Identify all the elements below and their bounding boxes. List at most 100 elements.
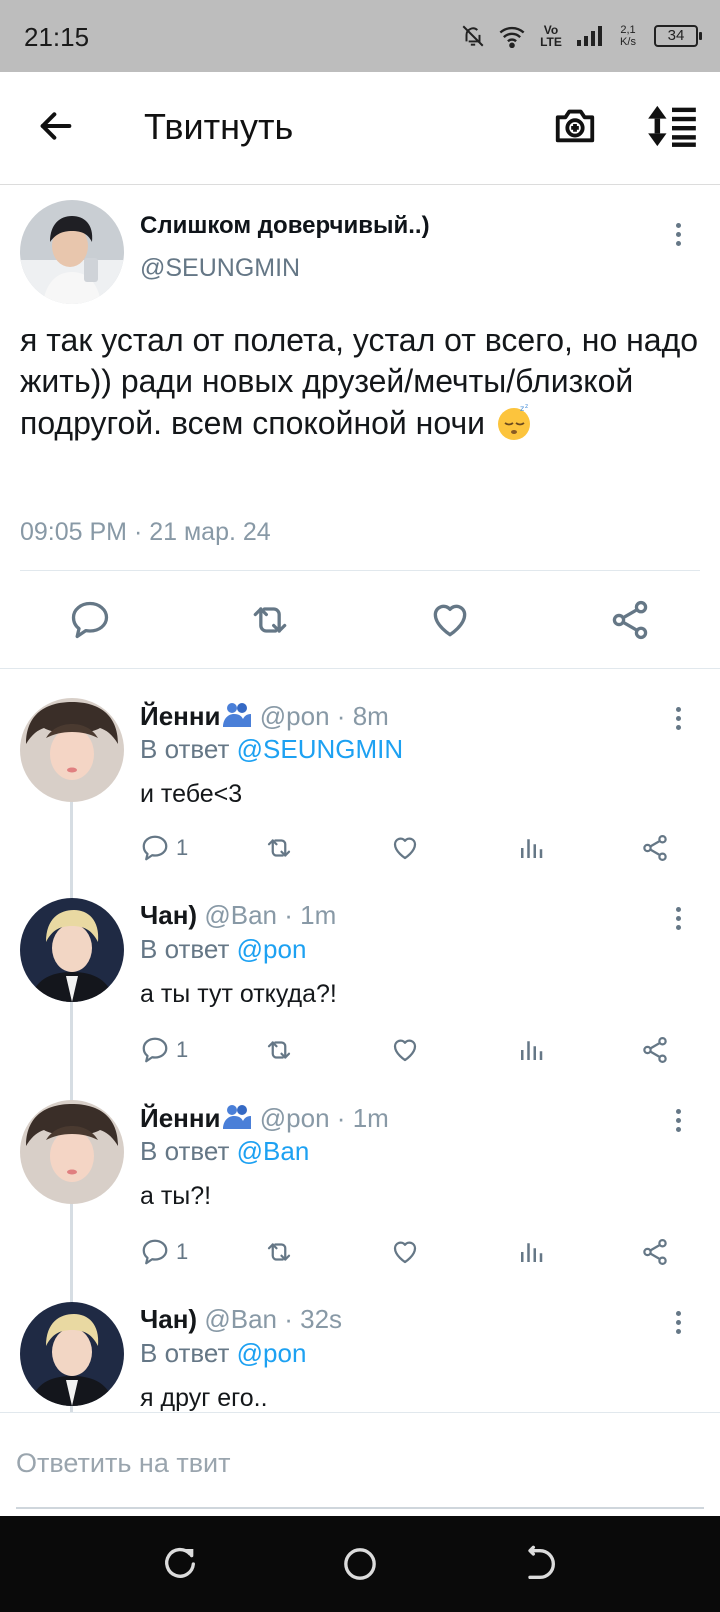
avatar[interactable] — [20, 200, 124, 304]
reply-to: В ответ @Ban — [140, 1136, 309, 1167]
share-icon — [643, 1239, 667, 1265]
author-name[interactable]: Слишком доверчивый..) — [140, 212, 430, 240]
reply-text: и тебе<3 — [140, 780, 243, 808]
input-underline — [16, 1507, 704, 1509]
avatar[interactable] — [20, 898, 124, 1002]
reply-to-prefix: В ответ — [140, 1136, 230, 1166]
reply-button[interactable]: 1 — [140, 1034, 188, 1066]
divider — [0, 668, 720, 669]
page-title: Твитнуть — [144, 106, 294, 147]
reply-author-name[interactable]: Йенни — [140, 701, 221, 731]
battery-icon: 34 — [654, 25, 702, 47]
reply-handle[interactable]: @Ban — [204, 1304, 277, 1334]
reply-compose — [0, 1412, 720, 1516]
like-button[interactable] — [390, 1034, 420, 1066]
retweet-icon — [267, 1243, 291, 1261]
retweet-icon — [267, 839, 291, 857]
reply-to: В ответ @SEUNGMIN — [140, 734, 403, 765]
more-vertical-icon[interactable] — [666, 900, 690, 936]
share-button[interactable] — [640, 832, 670, 864]
reply-to-prefix: В ответ — [140, 1338, 230, 1368]
retweet-button[interactable] — [264, 1236, 294, 1268]
stats-button[interactable] — [516, 1034, 546, 1066]
like-button[interactable] — [390, 832, 420, 864]
more-vertical-icon[interactable] — [666, 1304, 690, 1340]
tweet-text: я так устал от полета, устал от всего, н… — [20, 320, 710, 444]
reply-time: 32s — [300, 1304, 343, 1334]
more-vertical-icon[interactable] — [666, 1102, 690, 1138]
arrow-left-icon[interactable] — [36, 106, 76, 146]
wifi-icon — [499, 26, 525, 48]
retweet-icon[interactable] — [248, 598, 292, 642]
mention-link[interactable]: @pon — [237, 934, 307, 964]
reply-header: Чан) @Ban · 1m — [140, 900, 336, 931]
reply-handle[interactable]: @pon — [260, 701, 330, 731]
back-nav-icon[interactable] — [520, 1544, 560, 1584]
people-hugging-icon — [222, 703, 251, 727]
heart-icon[interactable] — [428, 598, 472, 642]
sleeping-face-icon: zz — [497, 403, 530, 440]
comment-icon — [142, 835, 168, 861]
stats-button[interactable] — [516, 1236, 546, 1268]
separator: · — [284, 1304, 293, 1334]
network-type: Vo LTE — [540, 23, 562, 49]
reply-input[interactable] — [16, 1441, 706, 1485]
avatar[interactable] — [20, 1302, 124, 1406]
svg-text:z: z — [520, 404, 524, 413]
reply-handle[interactable]: @pon — [260, 1103, 330, 1133]
reply-button[interactable]: 1 — [140, 1236, 188, 1268]
svg-text:z: z — [525, 403, 528, 410]
reply-header: Йенни @pon · 8m — [140, 700, 389, 732]
reply-button[interactable]: 1 — [140, 832, 188, 864]
share-icon[interactable] — [608, 598, 652, 642]
reply-to-prefix: В ответ — [140, 934, 230, 964]
avatar[interactable] — [20, 1100, 124, 1204]
comment-icon — [142, 1239, 168, 1265]
comment-icon[interactable] — [68, 598, 112, 642]
separator: · — [284, 900, 293, 930]
reply-handle[interactable]: @Ban — [204, 900, 277, 930]
retweet-button[interactable] — [264, 1034, 294, 1066]
reply-to: В ответ @pon — [140, 1338, 306, 1369]
recent-apps-icon[interactable] — [160, 1544, 200, 1584]
reply-text: я друг его.. — [140, 1384, 268, 1412]
status-icons: Vo LTE 2,1 K/s 34 — [460, 18, 702, 54]
separator: · — [336, 701, 346, 731]
share-icon — [643, 835, 667, 861]
reply-text: а ты тут откуда?! — [140, 980, 337, 1008]
sort-icon[interactable] — [646, 104, 698, 148]
stats-icon — [521, 1041, 543, 1060]
mention-link[interactable]: @SEUNGMIN — [237, 734, 404, 764]
mention-link[interactable]: @Ban — [237, 1136, 310, 1166]
retweet-button[interactable] — [264, 832, 294, 864]
network-speed: 2,1 K/s — [620, 24, 636, 48]
reply-author-name[interactable]: Чан) — [140, 1304, 197, 1334]
more-vertical-icon[interactable] — [666, 216, 690, 252]
home-icon[interactable] — [340, 1544, 380, 1584]
avatar[interactable] — [20, 698, 124, 802]
notifications-off-icon — [462, 25, 484, 47]
system-nav-bar — [0, 1516, 720, 1612]
stats-icon — [521, 839, 543, 858]
retweet-icon — [267, 1041, 291, 1059]
share-button[interactable] — [640, 1034, 670, 1066]
share-button[interactable] — [640, 1236, 670, 1268]
author-handle[interactable]: @SEUNGMIN — [140, 254, 300, 283]
reply-author-name[interactable]: Чан) — [140, 900, 197, 930]
separator: · — [336, 1103, 346, 1133]
camera-plus-icon[interactable] — [552, 102, 598, 148]
reply-to: В ответ @pon — [140, 934, 306, 965]
mention-link[interactable]: @pon — [237, 1338, 307, 1368]
reply-author-name[interactable]: Йенни — [140, 1103, 221, 1133]
reply-count: 1 — [176, 1037, 189, 1062]
like-button[interactable] — [390, 1236, 420, 1268]
tweet-text-content: я так устал от полета, устал от всего, н… — [20, 322, 699, 441]
status-bar: 21:15 Vo LTE 2,1 K/s 34 — [0, 0, 720, 72]
app-header: Твитнуть — [0, 72, 720, 185]
reply-time: 8m — [352, 701, 389, 731]
heart-icon — [393, 1241, 417, 1264]
signal-icon — [577, 26, 602, 46]
status-time: 21:15 — [24, 22, 90, 52]
more-vertical-icon[interactable] — [666, 700, 690, 736]
stats-button[interactable] — [516, 832, 546, 864]
